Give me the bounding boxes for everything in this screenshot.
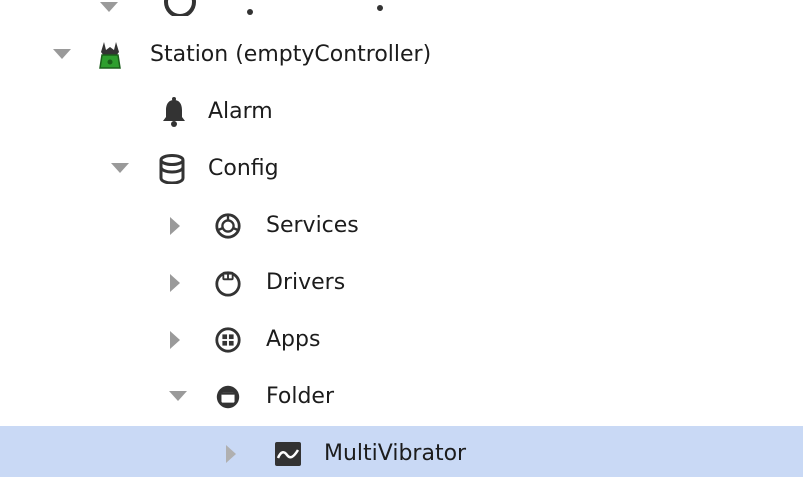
tree-label-multivibrator: MultiVibrator (324, 441, 467, 466)
tree-label-station: Station (emptyController) (150, 42, 432, 67)
chevron-right-icon[interactable] (166, 273, 186, 293)
tree-label-services: Services (266, 213, 359, 238)
chevron-down-icon[interactable] (168, 387, 188, 407)
tree-label-config: Config (208, 156, 279, 181)
tree-row-clipped (0, 0, 803, 18)
tree-row-multivibrator[interactable]: MultiVibrator (0, 426, 803, 477)
chevron-right-icon[interactable] (166, 330, 186, 350)
apps-icon (214, 326, 242, 354)
tree-row-folder[interactable]: Folder (0, 369, 803, 425)
tree-row-alarm[interactable]: Alarm (0, 84, 803, 140)
services-icon (214, 212, 242, 240)
tree-label-drivers: Drivers (266, 270, 346, 295)
database-icon (158, 154, 186, 184)
tree-row-station[interactable]: Station (emptyController) (0, 27, 803, 83)
nav-tree: Station (emptyController) Alarm Config S… (0, 0, 803, 477)
clipped-row-shapes (100, 0, 383, 18)
folder-icon (214, 383, 242, 411)
multivibrator-icon (274, 440, 302, 468)
tree-label-alarm: Alarm (208, 99, 273, 124)
alarm-bell-icon (160, 97, 188, 127)
station-icon (96, 41, 124, 69)
tree-label-apps: Apps (266, 327, 321, 352)
tree-row-services[interactable]: Services (0, 198, 803, 254)
tree-row-apps[interactable]: Apps (0, 312, 803, 368)
tree-label-folder: Folder (266, 384, 334, 409)
chevron-down-icon[interactable] (52, 45, 72, 65)
tree-row-drivers[interactable]: Drivers (0, 255, 803, 311)
drivers-icon (214, 269, 242, 297)
chevron-right-icon[interactable] (222, 444, 242, 464)
chevron-down-icon[interactable] (110, 159, 130, 179)
chevron-right-icon[interactable] (166, 216, 186, 236)
tree-row-config[interactable]: Config (0, 141, 803, 197)
